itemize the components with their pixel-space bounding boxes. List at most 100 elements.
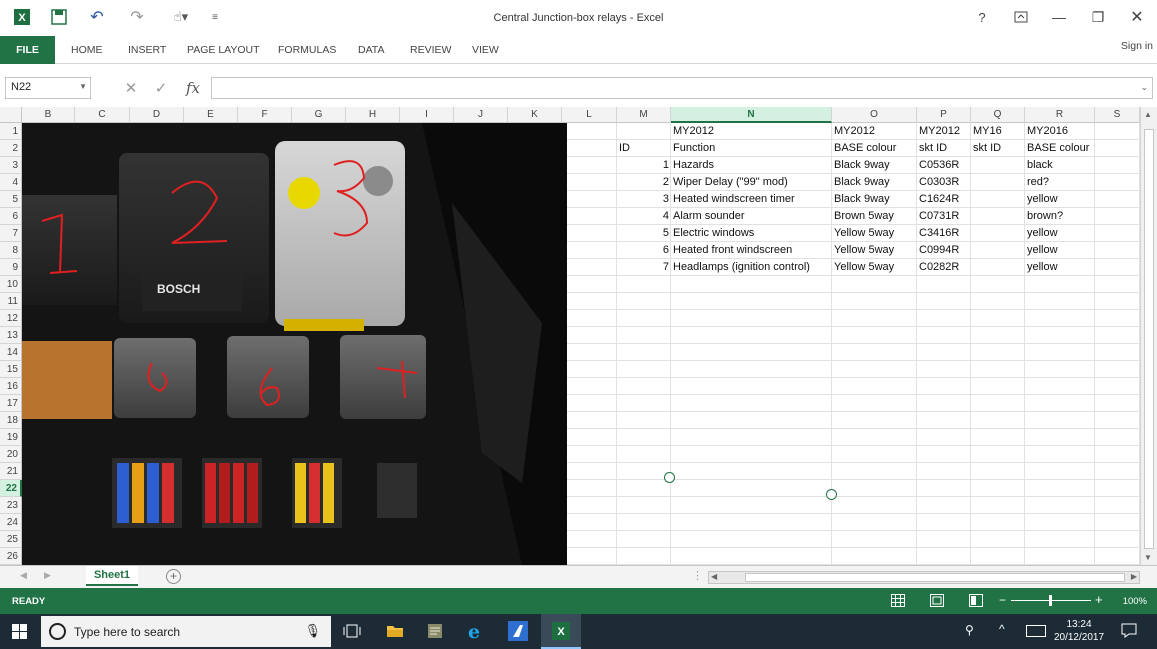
row-header-9[interactable]: 9 — [0, 259, 22, 276]
tab-page-layout[interactable]: PAGE LAYOUT — [177, 36, 270, 64]
row-header-4[interactable]: 4 — [0, 174, 22, 191]
cell-q9[interactable] — [971, 259, 1025, 276]
save-icon[interactable] — [48, 6, 70, 28]
tab-file[interactable]: FILE — [0, 36, 55, 64]
row-header-12[interactable]: 12 — [0, 310, 22, 327]
redo-icon[interactable]: ↷ — [126, 6, 148, 28]
app-icon-a[interactable] — [508, 621, 528, 641]
vertical-scroll-thumb[interactable] — [1144, 129, 1154, 549]
zoom-slider[interactable] — [1011, 595, 1091, 606]
worksheet-grid[interactable]: BCDEFGHIJKLMNOPQRS 1 2 3 4 5 6 7 8 9 10 11 12 13 14 15… — [0, 107, 1140, 565]
column-header-j[interactable]: J — [454, 107, 508, 123]
row-header-8[interactable]: 8 — [0, 242, 22, 259]
cell-r4[interactable]: red? — [1025, 174, 1095, 191]
cell-m9[interactable]: 7 — [617, 259, 671, 276]
column-header-r[interactable]: R — [1025, 107, 1095, 123]
keyboard-icon[interactable] — [1026, 625, 1046, 637]
tab-home[interactable]: HOME — [61, 36, 113, 64]
column-header-d[interactable]: D — [130, 107, 184, 123]
column-header-p[interactable]: P — [917, 107, 971, 123]
name-box[interactable]: N22 ▼ — [5, 77, 91, 99]
cell-r3[interactable]: black — [1025, 157, 1095, 174]
row-header-20[interactable]: 20 — [0, 446, 22, 463]
sheet-tab-sheet1[interactable]: Sheet1 — [86, 566, 138, 586]
cell-o2[interactable]: BASE colour — [832, 140, 917, 157]
chevron-up-icon[interactable]: ^ — [999, 622, 1005, 636]
column-header-m[interactable]: M — [617, 107, 671, 123]
select-all-corner[interactable] — [0, 107, 22, 123]
people-icon[interactable]: ⚲ — [965, 623, 974, 637]
cell-n4[interactable]: Wiper Delay ("99" mod) — [671, 174, 832, 191]
row-header-25[interactable]: 25 — [0, 531, 22, 548]
app-icon-notepad[interactable] — [426, 622, 444, 643]
cell-q3[interactable] — [971, 157, 1025, 174]
page-layout-view-icon[interactable] — [930, 594, 944, 610]
file-explorer-icon[interactable] — [386, 623, 404, 642]
restore-button[interactable]: ❐ — [1083, 6, 1113, 28]
prev-sheet-icon[interactable]: ◀ — [20, 570, 27, 581]
scroll-down-icon[interactable]: ▼ — [1144, 553, 1152, 562]
row-header-13[interactable]: 13 — [0, 327, 22, 344]
cell-p6[interactable]: C0731R — [917, 208, 971, 225]
cell-r1[interactable]: MY2016 — [1025, 123, 1095, 140]
row-header-15[interactable]: 15 — [0, 361, 22, 378]
cell-p8[interactable]: C0994R — [917, 242, 971, 259]
row-header-3[interactable]: 3 — [0, 157, 22, 174]
horizontal-scroll-thumb[interactable] — [745, 573, 1125, 582]
cell-r8[interactable]: yellow — [1025, 242, 1095, 259]
row-header-16[interactable]: 16 — [0, 378, 22, 395]
row-header-23[interactable]: 23 — [0, 497, 22, 514]
microphone-icon[interactable]: 🎙 — [304, 623, 321, 639]
cell-o4[interactable]: Black 9way — [832, 174, 917, 191]
scroll-right-icon[interactable]: ▶ — [1131, 572, 1137, 581]
row-header-26[interactable]: 26 — [0, 548, 22, 565]
task-view-icon[interactable] — [343, 623, 361, 642]
column-header-g[interactable]: G — [292, 107, 346, 123]
tab-insert[interactable]: INSERT — [118, 36, 176, 64]
column-header-h[interactable]: H — [346, 107, 400, 123]
column-header-i[interactable]: I — [400, 107, 454, 123]
column-header-f[interactable]: F — [238, 107, 292, 123]
cell-o3[interactable]: Black 9way — [832, 157, 917, 174]
tab-data[interactable]: DATA — [348, 36, 394, 64]
notifications-icon[interactable] — [1121, 623, 1137, 641]
cell-o6[interactable]: Brown 5way — [832, 208, 917, 225]
row-header-5[interactable]: 5 — [0, 191, 22, 208]
next-sheet-icon[interactable]: ▶ — [44, 570, 51, 581]
cell-p5[interactable]: C1624R — [917, 191, 971, 208]
enter-icon[interactable]: ✓ — [150, 78, 172, 98]
tab-review[interactable]: REVIEW — [400, 36, 461, 64]
row-header-10[interactable]: 10 — [0, 276, 22, 293]
cell-p1[interactable]: MY2012 — [917, 123, 971, 140]
taskbar-clock[interactable]: 13:24 20/12/2017 — [1051, 618, 1107, 644]
cell-q5[interactable] — [971, 191, 1025, 208]
insert-function-icon[interactable]: fx — [182, 78, 204, 98]
cell-o1[interactable]: MY2012 — [832, 123, 917, 140]
cell-o7[interactable]: Yellow 5way — [832, 225, 917, 242]
row-header-24[interactable]: 24 — [0, 514, 22, 531]
customize-toolbar-icon[interactable]: ≡ — [206, 6, 224, 28]
cell-n7[interactable]: Electric windows — [671, 225, 832, 242]
column-header-n[interactable]: N — [671, 107, 832, 123]
sign-in-link[interactable]: Sign in — [1121, 40, 1153, 52]
cell-q2[interactable]: skt ID — [971, 140, 1025, 157]
expand-formula-bar-icon[interactable]: ⌄ — [1140, 82, 1148, 93]
row-header-7[interactable]: 7 — [0, 225, 22, 242]
taskbar-search-box[interactable]: Type here to search 🎙 — [41, 616, 331, 647]
column-header-c[interactable]: C — [75, 107, 130, 123]
scroll-up-icon[interactable]: ▲ — [1144, 110, 1152, 119]
column-header-e[interactable]: E — [184, 107, 238, 123]
tab-view[interactable]: VIEW — [462, 36, 509, 64]
minimize-button[interactable]: — — [1044, 6, 1074, 28]
cell-m8[interactable]: 6 — [617, 242, 671, 259]
cell-n9[interactable]: Headlamps (ignition control) — [671, 259, 832, 276]
row-header-22[interactable]: 22 — [0, 480, 22, 497]
cell-o8[interactable]: Yellow 5way — [832, 242, 917, 259]
cell-q8[interactable] — [971, 242, 1025, 259]
row-header-1[interactable]: 1 — [0, 123, 22, 140]
cell-m1[interactable] — [617, 123, 671, 140]
close-button[interactable]: ✕ — [1122, 6, 1152, 28]
cell-n1[interactable]: MY2012 — [671, 123, 832, 140]
taskbar-excel-button[interactable]: X — [541, 614, 581, 649]
cell-q4[interactable] — [971, 174, 1025, 191]
